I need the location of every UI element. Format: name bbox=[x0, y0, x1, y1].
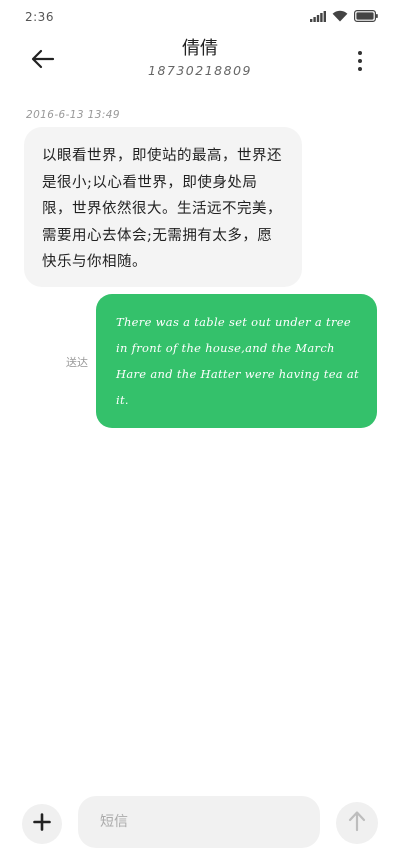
status-icons bbox=[310, 10, 378, 25]
sent-message-bubble[interactable]: There was a table set out under a tree i… bbox=[96, 294, 377, 428]
contact-number: 18730218809 bbox=[148, 63, 252, 78]
status-bar: 2:36 bbox=[0, 0, 400, 34]
received-message-bubble[interactable]: 以眼看世界，即使站的最高，世界还是很小;以心看世界，即使身处局限，世界依然很大。… bbox=[24, 127, 302, 287]
plus-icon bbox=[33, 813, 51, 835]
send-arrow-icon bbox=[347, 810, 367, 836]
add-attachment-button[interactable] bbox=[22, 804, 62, 844]
wifi-icon bbox=[332, 10, 348, 25]
contact-title: 倩倩 18730218809 bbox=[0, 34, 400, 78]
conversation-header: 倩倩 18730218809 bbox=[0, 34, 400, 90]
status-time: 2:36 bbox=[25, 10, 54, 24]
delivery-status: 送达 bbox=[66, 356, 88, 369]
more-vertical-icon bbox=[358, 51, 362, 71]
message-composer bbox=[0, 790, 400, 856]
send-button[interactable] bbox=[336, 802, 378, 844]
signal-icon bbox=[310, 10, 326, 25]
more-options-button[interactable] bbox=[350, 46, 370, 76]
contact-name: 倩倩 bbox=[182, 38, 218, 59]
message-timestamp: 2016-6-13 13:49 bbox=[26, 109, 120, 121]
battery-icon bbox=[354, 10, 378, 25]
message-input[interactable] bbox=[78, 796, 320, 848]
